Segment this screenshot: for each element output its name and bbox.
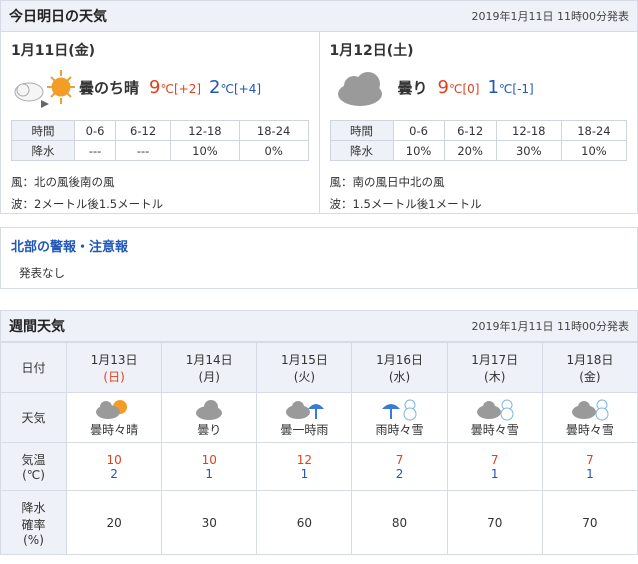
wave-info: 波：2メートル後1.5メートル xyxy=(11,197,164,211)
week-section-title: 週間天気 xyxy=(9,319,65,335)
row-label-rain: 降水 確率 (%) xyxy=(0,490,67,555)
high-temp: 9℃[+2] xyxy=(149,76,202,98)
wind-info: 風：北の風後南の風 xyxy=(11,175,115,189)
row-label-weather: 天気 xyxy=(0,392,67,443)
today-forecast: 1月11日(金) 曇のち晴 9℃[+2] 2℃[+4] 時間 0-6 6-12 … xyxy=(0,32,638,214)
day-forecast-2: 1月12日(土) 曇り 9℃[0] 1℃[-1] 時間 0-6 6-12 12-18 1… xyxy=(318,32,638,213)
cloud-snowman-icon xyxy=(568,397,612,421)
warning-body: 発表なし xyxy=(19,266,65,280)
warning-box: 北部の警報・注意報 発表なし xyxy=(0,227,638,289)
day-forecast-1: 1月11日(金) 曇のち晴 9℃[+2] 2℃[+4] 時間 0-6 6-12 … xyxy=(1,32,319,213)
today-issued-time: 2019年1月11日 11時00分発表 xyxy=(471,10,629,23)
row-label-date: 日付 xyxy=(0,342,67,393)
week-date-row: 日付 1月13日 (日) 1月14日 (月) 1月15日 (火) 1月16日 (水) 1… xyxy=(0,342,638,393)
week-section-header: 週間天気 2019年1月11日 11時00分発表 xyxy=(0,310,638,342)
low-temp: 1℃[-1] xyxy=(487,76,534,98)
wind-info: 風：南の風日中北の風 xyxy=(329,175,445,189)
weather-text: 曇り xyxy=(397,78,428,97)
today-section-header: 今日明日の天気 2019年1月11日 11時00分発表 xyxy=(0,0,638,32)
weather-text: 曇のち晴 xyxy=(79,78,140,97)
rain-table: 時間 0-6 6-12 12-18 18-24 降水 --- --- 10% 0% xyxy=(11,120,309,161)
week-rain-row: 降水 確率 (%) 20 30 60 80 70 70 xyxy=(0,490,638,555)
low-temp: 2℃[+4] xyxy=(209,76,262,98)
day-date: 1月12日(土) xyxy=(329,43,414,59)
cloud-sun-icon xyxy=(92,397,136,421)
wave-info: 波：1.5メートル後1メートル xyxy=(329,197,482,211)
cloud-umbrella-icon xyxy=(282,397,326,421)
cloud-icon xyxy=(187,397,231,421)
week-temp-row: 気温 (℃) 10 2 10 1 12 1 72 71 71 xyxy=(0,442,638,491)
cloud-then-sun-icon xyxy=(11,64,75,110)
warning-title[interactable]: 北部の警報・注意報 xyxy=(11,236,627,255)
row-label-temp: 気温 (℃) xyxy=(0,442,67,491)
rain-table: 時間 0-6 6-12 12-18 18-24 降水 10% 20% 30% 10% xyxy=(329,120,628,161)
high-temp: 9℃[0] xyxy=(437,76,480,98)
week-table: 日付 1月13日 (日) 1月14日 (月) 1月15日 (火) 1月16日 (水) 1… xyxy=(0,342,638,555)
week-issued-time: 2019年1月11日 11時00分発表 xyxy=(471,320,629,333)
cloud-snowman-icon xyxy=(473,397,517,421)
week-weather-row: 天気 曇時々晴 曇り 曇一時雨 雨時々雪 曇時々雪 曇時々雪 xyxy=(0,392,638,443)
today-section-title: 今日明日の天気 xyxy=(9,9,107,25)
cloud-icon xyxy=(330,64,394,110)
umbrella-snowman-icon xyxy=(378,397,422,421)
day-date: 1月11日(金) xyxy=(11,43,96,59)
